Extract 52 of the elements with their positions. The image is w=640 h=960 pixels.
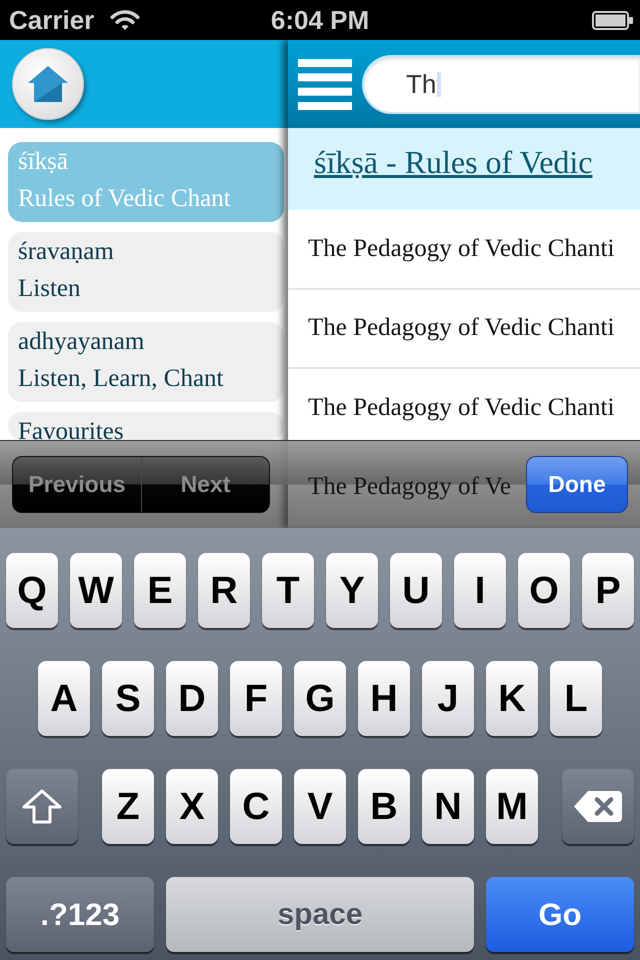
backspace-icon <box>574 791 622 822</box>
letter-key[interactable]: D <box>166 661 218 736</box>
letter-key[interactable]: H <box>358 661 410 736</box>
numbers-key[interactable]: .?123 <box>6 877 154 952</box>
delete-key[interactable] <box>562 769 634 844</box>
wifi-icon <box>110 10 140 30</box>
shift-key[interactable] <box>6 769 78 844</box>
letter-key[interactable]: L <box>550 661 602 736</box>
sidebar-item[interactable]: Favourites <box>8 412 284 440</box>
letter-key[interactable]: G <box>294 661 346 736</box>
letter-key[interactable]: R <box>198 553 250 628</box>
home-button[interactable] <box>12 48 84 120</box>
row-title[interactable]: The Pedagogy of Vedic Chanti <box>308 392 614 423</box>
house-icon <box>28 66 68 102</box>
letter-key[interactable]: T <box>262 553 314 628</box>
carrier-name: Carrier <box>9 7 94 33</box>
letter-key[interactable]: C <box>230 769 282 844</box>
letter-key[interactable]: O <box>518 553 570 628</box>
sidebar-item[interactable]: śravaṇam Listen <box>8 232 284 312</box>
letter-key[interactable]: A <box>38 661 90 736</box>
letter-key[interactable]: J <box>422 661 474 736</box>
letter-key[interactable]: S <box>102 661 154 736</box>
battery-icon <box>592 10 634 30</box>
letter-key[interactable]: F <box>230 661 282 736</box>
done-button[interactable]: Done <box>526 456 628 513</box>
row-title[interactable]: The Pedagogy of Vedic Chanti <box>308 234 614 264</box>
search-field[interactable]: Th <box>362 54 640 114</box>
letter-key[interactable]: U <box>390 553 442 628</box>
letter-key[interactable]: K <box>486 661 538 736</box>
row-title[interactable]: The Pedagogy of Ve <box>308 472 511 502</box>
shift-icon <box>22 789 62 824</box>
letter-key[interactable]: M <box>486 769 538 844</box>
letter-key[interactable]: X <box>166 769 218 844</box>
status-time: 6:04 PM <box>270 7 370 33</box>
menu-button[interactable] <box>298 58 352 110</box>
letter-key[interactable]: N <box>422 769 474 844</box>
go-key[interactable]: Go <box>486 877 634 952</box>
letter-key[interactable]: V <box>294 769 346 844</box>
letter-key[interactable]: P <box>582 553 634 628</box>
letter-key[interactable]: B <box>358 769 410 844</box>
sidebar-item[interactable]: adhyayanam Listen, Learn, Chant <box>8 322 284 402</box>
letter-key[interactable]: W <box>70 553 122 628</box>
text-cursor-icon <box>437 72 442 96</box>
letter-key[interactable]: Y <box>326 553 378 628</box>
letter-key[interactable]: Z <box>102 769 154 844</box>
letter-key[interactable]: E <box>134 553 186 628</box>
row-title[interactable]: The Pedagogy of Vedic Chanti <box>308 313 614 344</box>
letter-key[interactable]: Q <box>6 553 58 628</box>
section-link[interactable]: śīkṣā - Rules of Vedic <box>314 144 592 180</box>
menu-icon <box>298 58 352 110</box>
letter-key[interactable]: I <box>454 553 506 628</box>
space-key[interactable]: space <box>166 877 474 952</box>
